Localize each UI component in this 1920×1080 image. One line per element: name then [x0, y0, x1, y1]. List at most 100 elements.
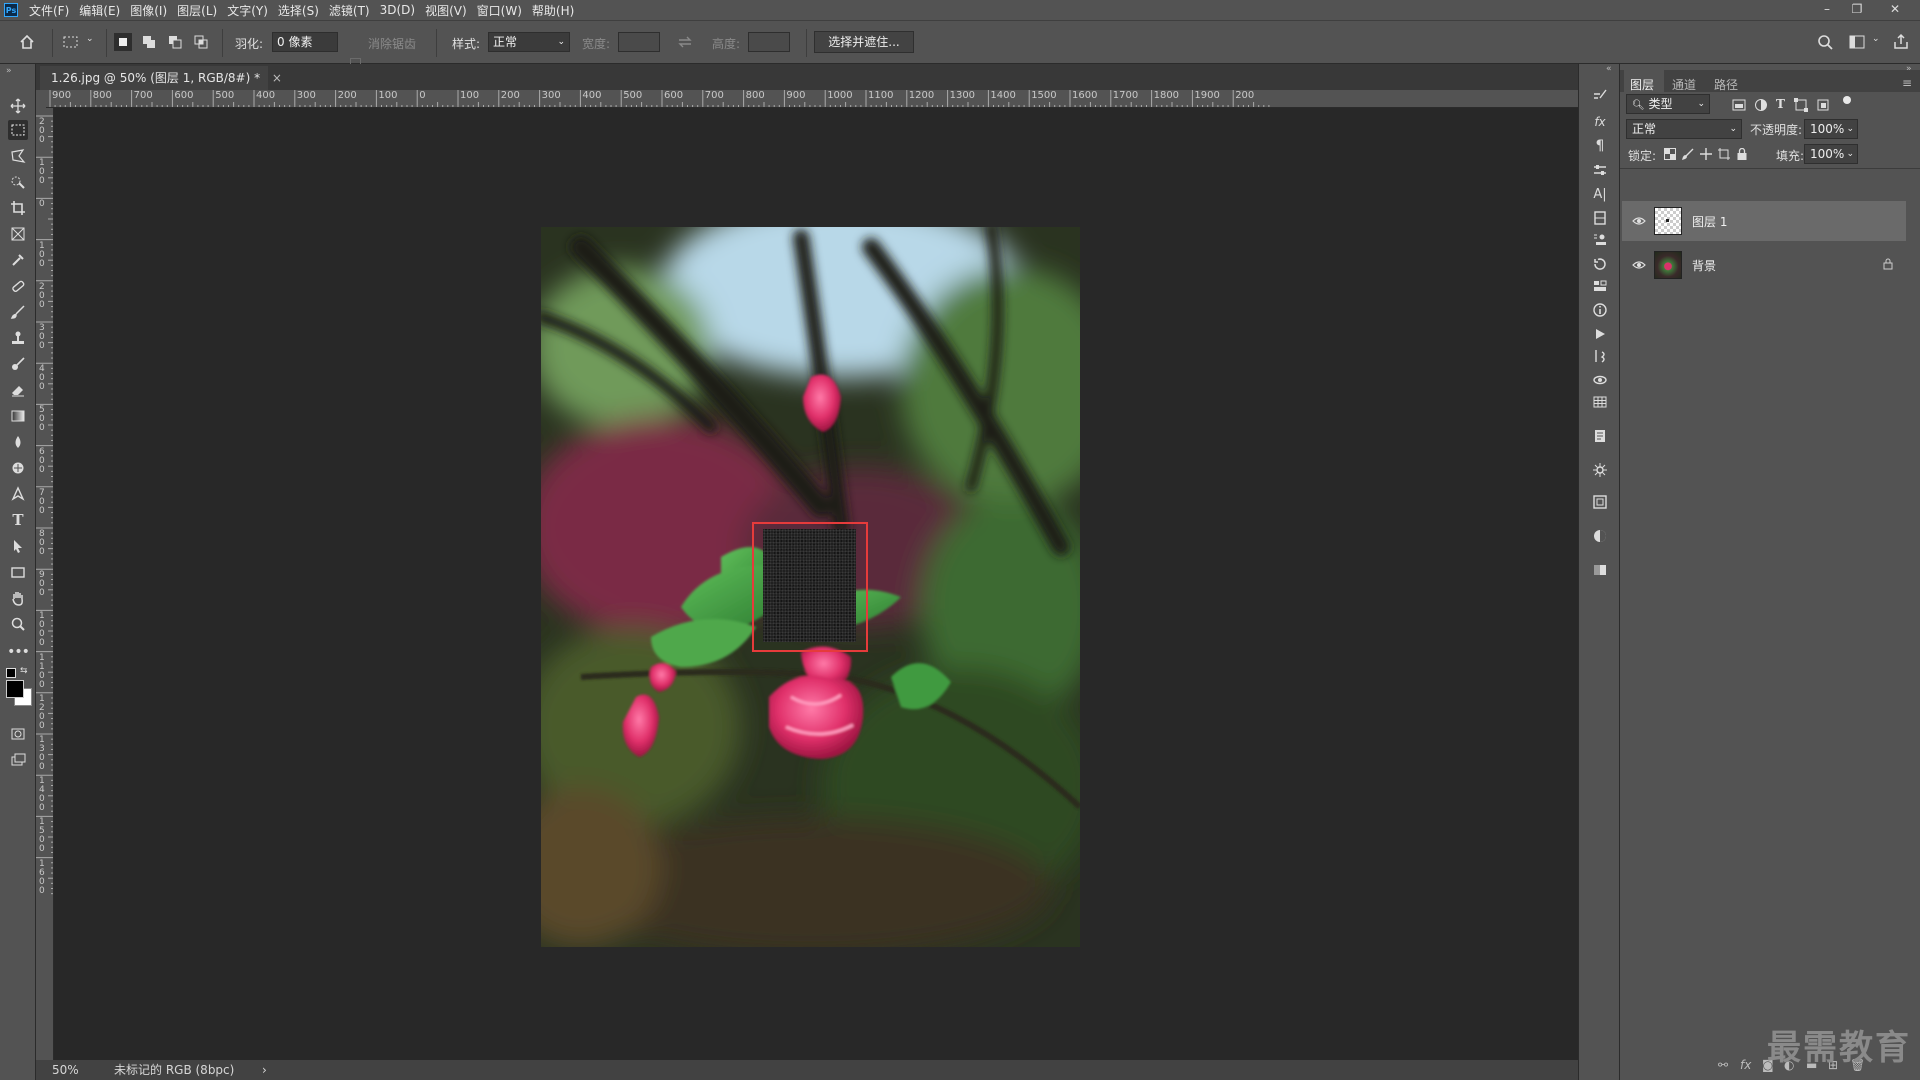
menu-image[interactable]: 图像(I)	[125, 2, 172, 19]
properties-icon[interactable]	[1590, 160, 1610, 180]
home-icon[interactable]	[18, 33, 36, 51]
tab-channels[interactable]: 通道	[1672, 76, 1696, 93]
timeline-icon[interactable]	[1590, 492, 1610, 512]
feather-input[interactable]: 0 像素	[272, 32, 338, 52]
brush-tool-icon[interactable]	[8, 302, 28, 322]
lock-transparent-icon[interactable]	[1664, 148, 1676, 160]
path-selection-tool-icon[interactable]	[8, 536, 28, 556]
dodge-tool-icon[interactable]	[8, 458, 28, 478]
collapse-toolbar-icon[interactable]: »	[6, 66, 12, 76]
filter-smart-object-icon[interactable]	[1816, 98, 1830, 112]
clone-source-icon[interactable]	[1590, 230, 1610, 250]
menu-layer[interactable]: 图层(L)	[172, 2, 222, 19]
height-input[interactable]	[748, 32, 790, 52]
swatches-icon[interactable]	[1590, 560, 1610, 580]
rectangle-tool-icon[interactable]	[8, 562, 28, 582]
info-icon[interactable]	[1590, 300, 1610, 320]
search-icon[interactable]	[1816, 33, 1834, 51]
document-tab[interactable]: 1.26.jpg @ 50% (图层 1, RGB/8#) * ×	[40, 66, 282, 90]
eyedropper-tool-icon[interactable]	[8, 250, 28, 270]
preset-dropdown-icon[interactable]: ⌄	[86, 34, 94, 44]
tab-paths[interactable]: 路径	[1714, 76, 1738, 93]
status-menu-arrow-icon[interactable]: ›	[262, 1060, 267, 1080]
tab-layers[interactable]: 图层	[1630, 76, 1654, 93]
adjustments-icon[interactable]	[1590, 276, 1610, 296]
clone-stamp-tool-icon[interactable]	[8, 328, 28, 348]
workspace-icon[interactable]	[1848, 33, 1866, 51]
lock-artboard-icon[interactable]	[1718, 148, 1730, 160]
collapse-icons-icon[interactable]: «	[1606, 64, 1612, 74]
default-colors-icon[interactable]	[6, 668, 16, 678]
screen-mode-icon[interactable]	[8, 750, 28, 770]
pen-tool-icon[interactable]	[8, 484, 28, 504]
filter-pixel-icon[interactable]	[1732, 98, 1746, 112]
filter-adjustment-icon[interactable]	[1754, 98, 1768, 112]
select-and-mask-button[interactable]: 选择并遮住...	[814, 31, 914, 53]
menu-help[interactable]: 帮助(H)	[527, 2, 579, 19]
filter-type-icon[interactable]: T	[1776, 97, 1785, 111]
navigator-icon[interactable]	[1590, 460, 1610, 480]
layer-style-fx-icon[interactable]: fx	[1740, 1058, 1751, 1072]
menu-type[interactable]: 文字(Y)	[222, 2, 273, 19]
lock-all-icon[interactable]	[1736, 148, 1748, 160]
measurement-table-icon[interactable]	[1590, 392, 1610, 412]
paragraph-icon[interactable]: ¶	[1590, 136, 1610, 156]
filter-shape-icon[interactable]	[1794, 98, 1808, 112]
visibility-eye-icon[interactable]	[1632, 214, 1646, 228]
close-window-icon[interactable]: ✕	[1880, 0, 1910, 20]
frame-tool-icon[interactable]	[8, 224, 28, 244]
menu-3d[interactable]: 3D(D)	[375, 3, 420, 17]
intersect-selection-icon[interactable]	[192, 33, 210, 51]
foreground-color-swatch[interactable]	[6, 680, 24, 698]
workspace-dropdown-icon[interactable]: ⌄	[1872, 34, 1880, 44]
gradient-tool-icon[interactable]	[8, 406, 28, 426]
move-tool-icon[interactable]	[8, 96, 28, 116]
brush-settings-icon[interactable]	[1590, 86, 1610, 106]
layer-row-background[interactable]: 背景	[1622, 245, 1906, 285]
styles-fx-icon[interactable]: fx	[1590, 112, 1610, 132]
new-selection-icon[interactable]	[114, 33, 132, 51]
blur-tool-icon[interactable]	[8, 432, 28, 452]
panel-menu-icon[interactable]: ≡	[1902, 76, 1912, 90]
history-icon[interactable]	[1590, 254, 1610, 274]
character-icon[interactable]: A|	[1590, 184, 1610, 204]
notes-icon[interactable]	[1590, 426, 1610, 446]
layer-row-layer1[interactable]: 图层 1	[1622, 201, 1906, 241]
menu-select[interactable]: 选择(S)	[273, 2, 324, 19]
menu-view[interactable]: 视图(V)	[420, 2, 472, 19]
horizontal-ruler[interactable]: 900 800 700 600 500 400 300 200 100 0 100 200 300 400…	[46, 90, 1578, 108]
history-brush-tool-icon[interactable]	[8, 354, 28, 374]
quick-selection-tool-icon[interactable]	[8, 172, 28, 192]
layer-filter-select[interactable]: 🔍︎ 类型 ⌄	[1626, 94, 1710, 114]
eraser-tool-icon[interactable]	[8, 380, 28, 400]
rectangular-marquee-tool-icon[interactable]	[8, 120, 28, 140]
zoom-tool-icon[interactable]	[8, 614, 28, 634]
lock-image-icon[interactable]	[1682, 148, 1694, 160]
channels-mixer-icon[interactable]	[1590, 346, 1610, 366]
blend-mode-select[interactable]: 正常 ⌄	[1626, 119, 1742, 139]
color-icon[interactable]	[1590, 526, 1610, 546]
restore-icon[interactable]: ❐	[1842, 0, 1872, 20]
3d-icon[interactable]	[1590, 370, 1610, 390]
filter-toggle-icon[interactable]	[1843, 96, 1851, 104]
share-icon[interactable]	[1892, 33, 1910, 51]
vertical-ruler[interactable]: 200 100 0 100 200 300 400 500 600 700 800 900 1000 11…	[36, 108, 54, 1060]
quick-mask-icon[interactable]	[8, 724, 28, 744]
swap-dimensions-icon[interactable]	[676, 33, 694, 51]
hand-tool-icon[interactable]	[8, 588, 28, 608]
zoom-level[interactable]: 50%	[52, 1060, 79, 1080]
minimize-icon[interactable]: –	[1812, 0, 1842, 20]
healing-brush-tool-icon[interactable]	[8, 276, 28, 296]
swap-colors-icon[interactable]: ⇆	[20, 666, 28, 676]
link-layers-icon[interactable]: ⚯	[1718, 1058, 1728, 1072]
marquee-preset-icon[interactable]	[62, 33, 80, 51]
actions-play-icon[interactable]	[1590, 324, 1610, 344]
menu-file[interactable]: 文件(F)	[24, 2, 74, 19]
menu-edit[interactable]: 编辑(E)	[74, 2, 125, 19]
libraries-icon[interactable]	[1590, 208, 1610, 228]
menu-filter[interactable]: 滤镜(T)	[324, 2, 375, 19]
opacity-input[interactable]: 100% ⌄	[1804, 119, 1858, 139]
type-tool-icon[interactable]: T	[8, 510, 28, 530]
more-tools-icon[interactable]: •••	[7, 642, 30, 662]
fill-input[interactable]: 100% ⌄	[1804, 144, 1858, 164]
